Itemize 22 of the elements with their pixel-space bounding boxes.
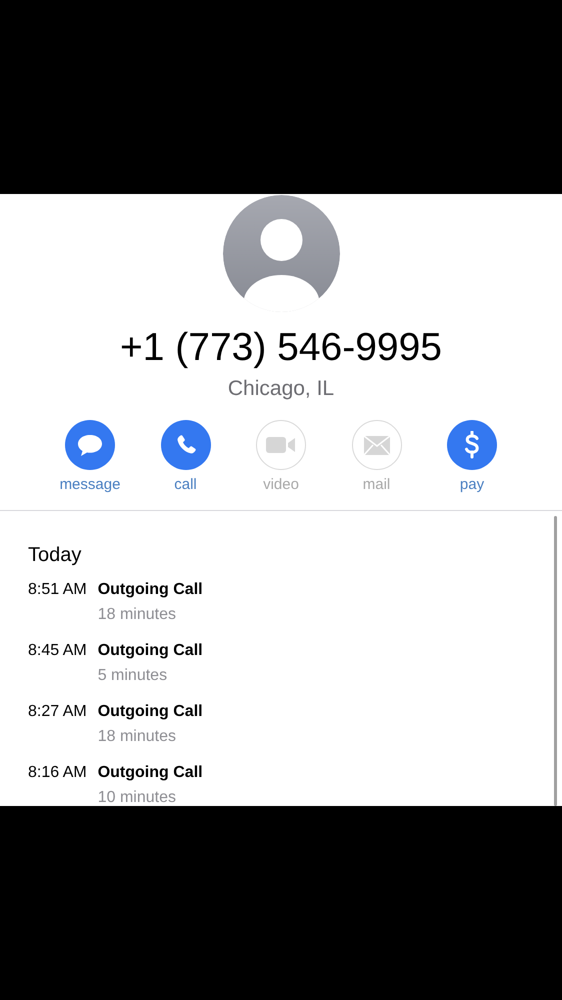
pay-action-button[interactable]: pay (432, 420, 512, 493)
message-action-button[interactable]: message (50, 420, 130, 493)
call-action-button[interactable]: call (146, 420, 226, 493)
envelope-icon (364, 436, 390, 454)
call-duration: 5 minutes (98, 666, 168, 686)
call-type: Outgoing Call (98, 763, 203, 783)
video-camera-icon (266, 436, 296, 454)
phone-number: +1 (773) 546-9995 (120, 326, 442, 370)
section-heading: Today (28, 543, 82, 567)
speech-bubble-icon (76, 432, 104, 458)
call-duration: 18 minutes (98, 605, 177, 625)
dollar-sign-icon (463, 431, 481, 459)
call-time: 8:16 AM (28, 763, 87, 783)
call-type: Outgoing Call (98, 580, 203, 600)
call-duration: 18 minutes (98, 727, 177, 747)
call-duration: 10 minutes (98, 788, 177, 806)
call-time: 8:27 AM (28, 702, 87, 722)
call-time: 8:51 AM (28, 580, 87, 600)
call-time: 8:45 AM (28, 641, 87, 661)
call-type: Outgoing Call (98, 702, 203, 722)
contact-location: Chicago, IL (228, 376, 334, 402)
call-type: Outgoing Call (98, 641, 203, 661)
